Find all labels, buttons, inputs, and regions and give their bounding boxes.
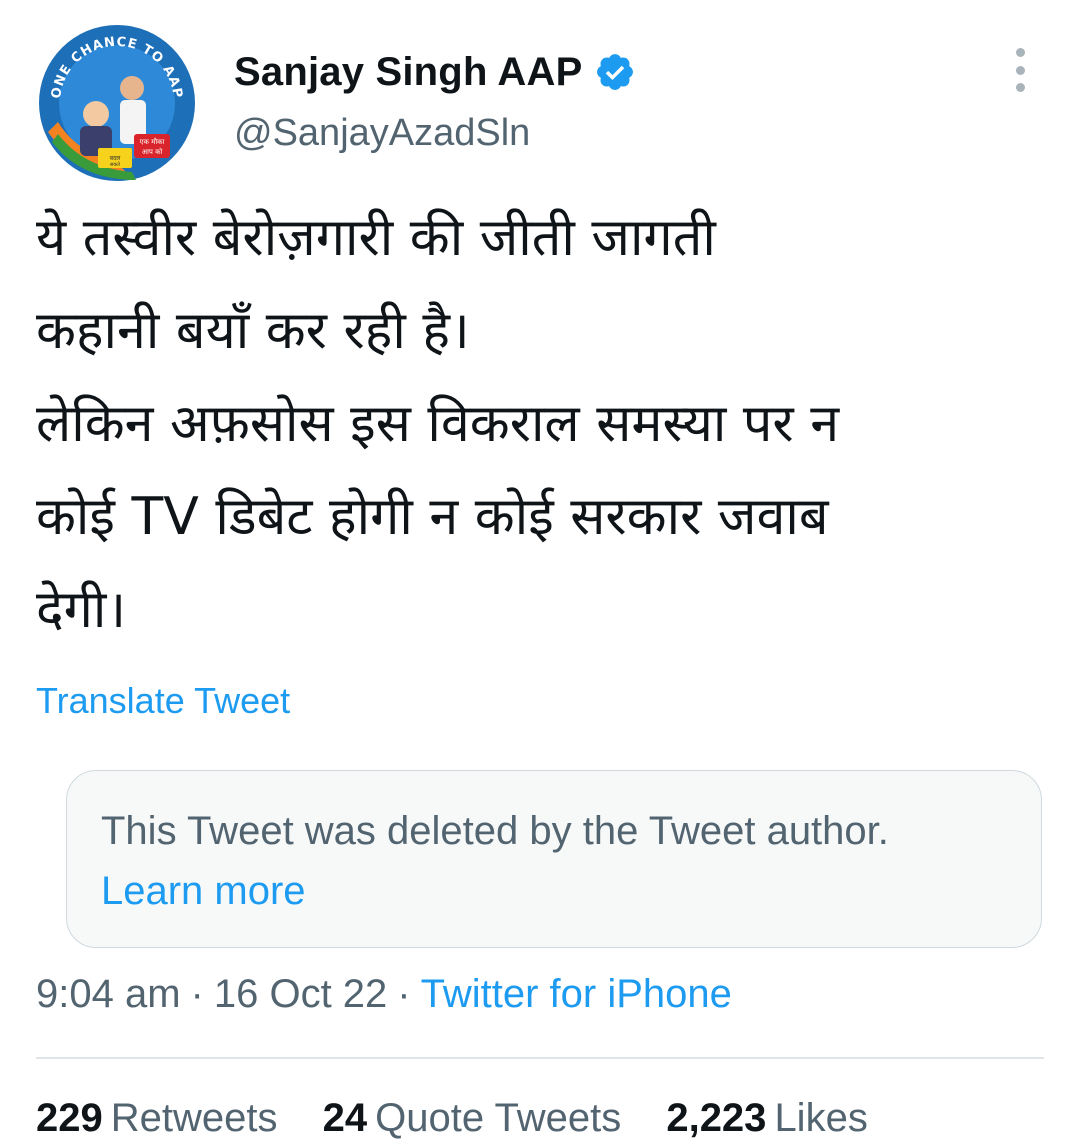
author-name-row[interactable]: Sanjay Singh AAP bbox=[234, 46, 636, 98]
tweet-text: ये तस्वीर बेरोज़गारी की जीती जागती कहानी… bbox=[36, 192, 1046, 657]
retweets-stat[interactable]: 229 Retweets bbox=[36, 1096, 278, 1140]
avatar[interactable]: ONE CHANCE TO AAP बदल सकते एक मौका आप को bbox=[36, 22, 198, 184]
meta-separator: · bbox=[190, 972, 204, 1016]
verified-badge-icon bbox=[594, 51, 636, 93]
likes-stat[interactable]: 2,223 Likes bbox=[666, 1096, 868, 1140]
likes-label: Likes bbox=[774, 1096, 868, 1140]
likes-count: 2,223 bbox=[666, 1096, 767, 1140]
tweet-line: लेकिन अफ़सोस इस विकराल समस्या पर न bbox=[36, 394, 840, 454]
quotes-count: 24 bbox=[322, 1096, 368, 1140]
translate-tweet-link[interactable]: Translate Tweet bbox=[36, 680, 290, 722]
divider bbox=[36, 1057, 1044, 1059]
meta-separator: · bbox=[397, 972, 411, 1016]
avatar-badge-line1: एक मौका bbox=[140, 137, 165, 146]
display-name[interactable]: Sanjay Singh AAP bbox=[234, 50, 582, 95]
tweet-time[interactable]: 9:04 am bbox=[36, 972, 181, 1016]
tweet-line: कहानी बयाँ कर रही है। bbox=[36, 301, 470, 361]
retweets-label: Retweets bbox=[110, 1096, 278, 1140]
retweets-count: 229 bbox=[36, 1096, 103, 1140]
deleted-tweet-message: This Tweet was deleted by the Tweet auth… bbox=[101, 809, 889, 853]
tweet-meta: 9:04 am · 16 Oct 22 · Twitter for iPhone bbox=[36, 972, 732, 1017]
deleted-quote-card: This Tweet was deleted by the Tweet auth… bbox=[66, 770, 1042, 948]
avatar-sign-text: बदल bbox=[110, 155, 122, 162]
more-vertical-icon-dot-3 bbox=[1015, 83, 1025, 92]
more-vertical-icon bbox=[1015, 48, 1025, 57]
avatar-badge-line2: आप को bbox=[142, 147, 163, 156]
quote-tweets-stat[interactable]: 24 Quote Tweets bbox=[323, 1096, 622, 1140]
avatar-image: ONE CHANCE TO AAP बदल सकते एक मौका आप को bbox=[36, 22, 198, 184]
quotes-label: Quote Tweets bbox=[375, 1096, 622, 1140]
more-vertical-icon-dot-2 bbox=[1015, 65, 1025, 75]
tweet-line: कोई TV डिबेट होगी न कोई सरकार जवाब bbox=[36, 487, 829, 547]
tweet-line: ये तस्वीर बेरोज़गारी की जीती जागती bbox=[36, 208, 716, 268]
tweet-stats: 229 Retweets 24 Quote Tweets 2,223 Likes bbox=[36, 1096, 902, 1141]
more-options-button[interactable] bbox=[1000, 48, 1040, 92]
author-handle[interactable]: @SanjayAzadSln bbox=[234, 112, 530, 155]
tweet-line: देगी। bbox=[36, 580, 127, 640]
tweet-source-link[interactable]: Twitter for iPhone bbox=[421, 972, 732, 1016]
avatar-sign-text-2: सकते bbox=[110, 161, 120, 168]
tweet-date[interactable]: 16 Oct 22 bbox=[214, 972, 387, 1016]
learn-more-link[interactable]: Learn more bbox=[101, 869, 306, 914]
